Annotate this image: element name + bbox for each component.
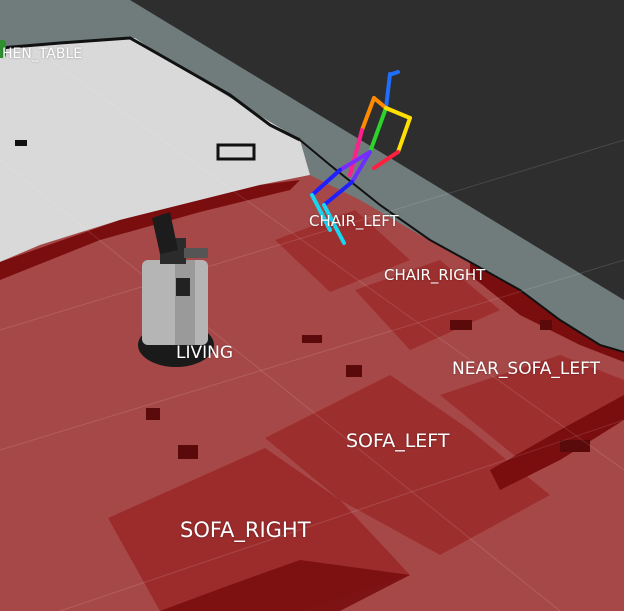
obstacle-speck — [560, 440, 590, 452]
obstacle-speck — [346, 365, 362, 377]
obstacle-speck — [15, 140, 27, 146]
label-living[interactable]: LIVING — [176, 343, 233, 363]
label-kitchen-table[interactable]: HEN_TABLE — [2, 46, 82, 62]
label-near-sofa-left[interactable]: NEAR_SOFA_LEFT — [452, 359, 600, 379]
robot-slot — [176, 278, 190, 296]
robot-arm — [184, 248, 208, 258]
label-chair-left[interactable]: CHAIR_LEFT — [309, 212, 399, 230]
map-viewport[interactable] — [0, 0, 624, 611]
label-chair-right[interactable]: CHAIR_RIGHT — [384, 266, 485, 284]
obstacle-speck — [302, 335, 322, 343]
obstacle-speck — [146, 408, 160, 420]
obstacle-speck — [450, 320, 472, 330]
obstacle-speck — [540, 320, 552, 330]
robot-body-shade — [175, 260, 195, 345]
obstacle-speck — [178, 445, 198, 459]
label-sofa-right[interactable]: SOFA_RIGHT — [180, 518, 311, 542]
label-sofa-left[interactable]: SOFA_LEFT — [346, 430, 450, 452]
